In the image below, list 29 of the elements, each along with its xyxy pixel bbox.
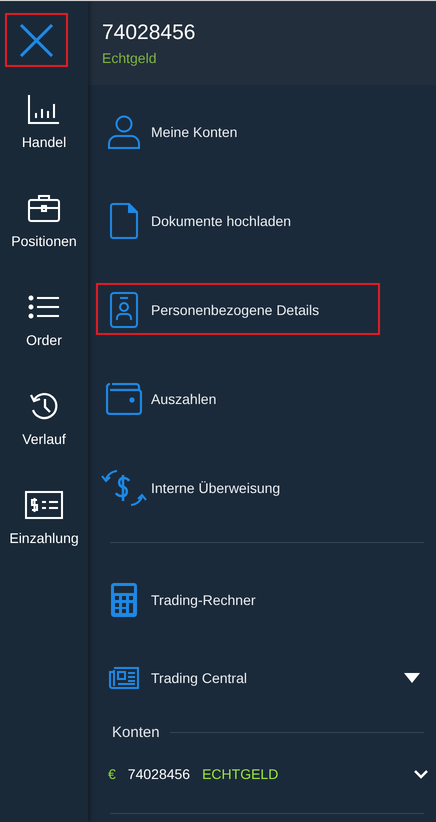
nav-tab[interactable]: Einzahlung: [0, 475, 88, 574]
menu-item[interactable]: Auszahlen: [96, 372, 424, 424]
newspaper-icon: [108, 667, 138, 689]
nav-tab[interactable]: Positionen: [0, 178, 88, 277]
section-heading: Konten: [112, 724, 160, 740]
history-icon: [29, 391, 59, 421]
briefcase-icon: [28, 194, 60, 222]
close-button[interactable]: [5, 13, 68, 67]
calculator-icon: [110, 583, 136, 617]
menu-item[interactable]: Dokumente hochladen: [96, 194, 424, 246]
list-icon: [28, 295, 60, 319]
account-selector[interactable]: € 74028456 ECHTGELD: [108, 747, 428, 801]
dropdown-item[interactable]: Trading Central: [96, 652, 424, 704]
menu-item[interactable]: Personenbezogene Details: [96, 284, 424, 336]
document-icon: [110, 202, 138, 238]
menu-item[interactable]: Interne Überweisung: [96, 462, 424, 514]
menu-item[interactable]: Trading-Rechner: [96, 574, 424, 626]
cheque-icon: [25, 491, 63, 519]
account-number: 74028456: [102, 21, 196, 45]
wallet-icon: [106, 382, 142, 414]
menu-item[interactable]: Meine Konten: [96, 106, 424, 158]
user-icon: [108, 114, 140, 148]
chart-icon: [28, 94, 60, 124]
nav-tab[interactable]: Handel: [0, 79, 88, 178]
id-badge-icon: [110, 292, 138, 328]
account-type: Echtgeld: [102, 50, 156, 66]
close-icon: [20, 24, 53, 56]
nav-tab[interactable]: Verlauf: [0, 376, 88, 475]
nav-tab[interactable]: Order: [0, 277, 88, 376]
